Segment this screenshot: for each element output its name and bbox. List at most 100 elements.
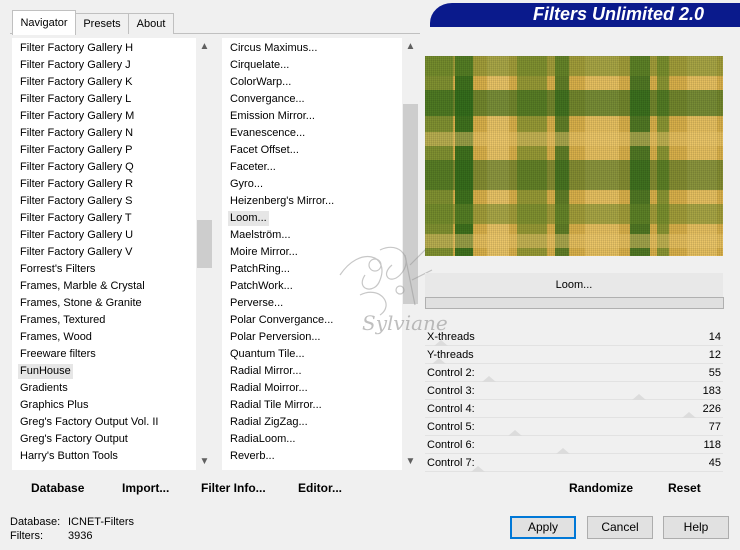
category-scrollbar[interactable]: ▲ ▼ bbox=[196, 38, 213, 470]
category-list[interactable]: Filter Factory Gallery H Filter Factory G… bbox=[12, 38, 196, 470]
filter-item[interactable]: Loom... bbox=[228, 211, 269, 226]
filter-item[interactable]: Radial Moirror... bbox=[228, 381, 310, 396]
category-item[interactable]: Filter Factory Gallery U bbox=[18, 228, 135, 243]
category-item[interactable]: Greg's Factory Output bbox=[18, 432, 130, 447]
slider-track[interactable] bbox=[425, 345, 723, 346]
slider-thumb[interactable] bbox=[555, 448, 570, 454]
scroll-down-icon[interactable]: ▼ bbox=[196, 453, 213, 470]
slider-thumb[interactable] bbox=[507, 430, 522, 436]
filter-item[interactable]: Gyro... bbox=[228, 177, 265, 192]
filter-item[interactable]: Polar Perversion... bbox=[228, 330, 322, 345]
tab-about[interactable]: About bbox=[128, 13, 174, 34]
cancel-button[interactable]: Cancel bbox=[587, 516, 653, 539]
filter-item[interactable]: PatchRing... bbox=[228, 262, 292, 277]
filter-info-button[interactable]: Filter Info... bbox=[201, 478, 266, 498]
scroll-down-icon[interactable]: ▼ bbox=[402, 453, 419, 470]
filter-item[interactable]: PatchWork... bbox=[228, 279, 295, 294]
filter-item[interactable]: Convergance... bbox=[228, 92, 307, 107]
category-item[interactable]: Frames, Wood bbox=[18, 330, 94, 345]
filter-item[interactable]: Cirquelate... bbox=[228, 58, 291, 73]
category-item[interactable]: Freeware filters bbox=[18, 347, 98, 362]
category-item[interactable]: Forrest's Filters bbox=[18, 262, 97, 277]
thread-line bbox=[425, 222, 723, 223]
thread-line bbox=[425, 212, 723, 213]
filter-item[interactable]: Moire Mirror... bbox=[228, 245, 300, 260]
tab-navigator[interactable]: Navigator bbox=[12, 10, 76, 35]
thread-line bbox=[425, 236, 723, 237]
control-slider-row[interactable]: Control 2: 55 bbox=[425, 365, 723, 382]
category-item[interactable]: Greg's Factory Output Vol. II bbox=[18, 415, 160, 430]
slider-thumb[interactable] bbox=[482, 376, 497, 382]
slider-track[interactable] bbox=[425, 381, 723, 382]
filter-item[interactable]: Evanescence... bbox=[228, 126, 307, 141]
filter-item[interactable]: Faceter... bbox=[228, 160, 278, 175]
filter-item[interactable]: Quantum Tile... bbox=[228, 347, 307, 362]
category-item[interactable]: Filter Factory Gallery J bbox=[18, 58, 133, 73]
thread-line bbox=[425, 156, 723, 157]
category-item[interactable]: Frames, Stone & Granite bbox=[18, 296, 144, 311]
filter-item[interactable]: RadiaLoom... bbox=[228, 432, 297, 447]
category-item[interactable]: Filter Factory Gallery L bbox=[18, 92, 133, 107]
control-slider-row[interactable]: Control 6: 118 bbox=[425, 437, 723, 454]
category-item[interactable]: Graphics Plus bbox=[18, 398, 90, 413]
filter-item[interactable]: Radial Tile Mirror... bbox=[228, 398, 324, 413]
category-item[interactable]: Filter Factory Gallery N bbox=[18, 126, 135, 141]
category-item[interactable]: FunHouse bbox=[18, 364, 73, 379]
tab-presets[interactable]: Presets bbox=[75, 13, 129, 34]
slider-thumb[interactable] bbox=[434, 340, 449, 346]
slider-thumb[interactable] bbox=[631, 394, 646, 400]
reset-button[interactable]: Reset bbox=[668, 478, 701, 498]
filter-preview-image bbox=[425, 56, 723, 256]
filter-item[interactable]: ColorWarp... bbox=[228, 75, 293, 90]
category-item[interactable]: Filter Factory Gallery V bbox=[18, 245, 134, 260]
randomize-button[interactable]: Randomize bbox=[569, 478, 633, 498]
control-slider-row[interactable]: Control 7: 45 bbox=[425, 455, 723, 472]
filter-item[interactable]: Emission Mirror... bbox=[228, 109, 317, 124]
category-item[interactable]: Filter Factory Gallery P bbox=[18, 143, 134, 158]
import-button[interactable]: Import... bbox=[122, 478, 169, 498]
filter-item[interactable]: Reverb... bbox=[228, 449, 277, 464]
scroll-up-icon[interactable]: ▲ bbox=[196, 38, 213, 55]
help-button[interactable]: Help bbox=[663, 516, 729, 539]
category-item[interactable]: Filter Factory Gallery T bbox=[18, 211, 134, 226]
control-slider-row[interactable]: Y-threads 12 bbox=[425, 347, 723, 364]
slider-thumb[interactable] bbox=[682, 412, 697, 418]
category-item[interactable]: Harry's Button Tools bbox=[18, 449, 120, 464]
control-slider-row[interactable]: Control 5: 77 bbox=[425, 419, 723, 436]
slider-thumb[interactable] bbox=[470, 466, 485, 472]
slider-track[interactable] bbox=[425, 399, 723, 400]
category-item[interactable]: Filter Factory Gallery S bbox=[18, 194, 134, 209]
slider-track[interactable] bbox=[425, 417, 723, 418]
apply-button[interactable]: Apply bbox=[510, 516, 576, 539]
thread-line bbox=[425, 106, 723, 107]
category-item[interactable]: Frames, Textured bbox=[18, 313, 107, 328]
category-item[interactable]: Filter Factory Gallery K bbox=[18, 75, 134, 90]
database-button[interactable]: Database bbox=[31, 478, 84, 498]
control-label: Control 5: bbox=[427, 421, 475, 433]
control-slider-row[interactable]: Control 4: 226 bbox=[425, 401, 723, 418]
filter-item[interactable]: Maelström... bbox=[228, 228, 293, 243]
slider-thumb[interactable] bbox=[432, 358, 447, 364]
control-value: 55 bbox=[708, 367, 721, 379]
filter-item[interactable]: Radial Mirror... bbox=[228, 364, 304, 379]
control-slider-row[interactable]: Control 3: 183 bbox=[425, 383, 723, 400]
filter-item[interactable]: Perverse... bbox=[228, 296, 285, 311]
scroll-up-icon[interactable]: ▲ bbox=[402, 38, 419, 55]
filter-item[interactable]: Circus Maximus... bbox=[228, 41, 319, 56]
slider-track[interactable] bbox=[425, 435, 723, 436]
filter-item[interactable]: Facet Offset... bbox=[228, 143, 301, 158]
slider-track[interactable] bbox=[425, 453, 723, 454]
category-item[interactable]: Filter Factory Gallery M bbox=[18, 109, 136, 124]
filter-item[interactable]: Heizenberg's Mirror... bbox=[228, 194, 336, 209]
control-value: 118 bbox=[703, 439, 721, 451]
category-item[interactable]: Gradients bbox=[18, 381, 70, 396]
category-item[interactable]: Frames, Marble & Crystal bbox=[18, 279, 147, 294]
slider-track[interactable] bbox=[425, 363, 723, 364]
scroll-thumb[interactable] bbox=[197, 220, 212, 268]
editor-button[interactable]: Editor... bbox=[298, 478, 342, 498]
category-item[interactable]: Filter Factory Gallery H bbox=[18, 41, 135, 56]
control-slider-row[interactable]: X-threads 14 bbox=[425, 329, 723, 346]
category-item[interactable]: Filter Factory Gallery Q bbox=[18, 160, 136, 175]
filter-item[interactable]: Radial ZigZag... bbox=[228, 415, 310, 430]
category-item[interactable]: Filter Factory Gallery R bbox=[18, 177, 135, 192]
